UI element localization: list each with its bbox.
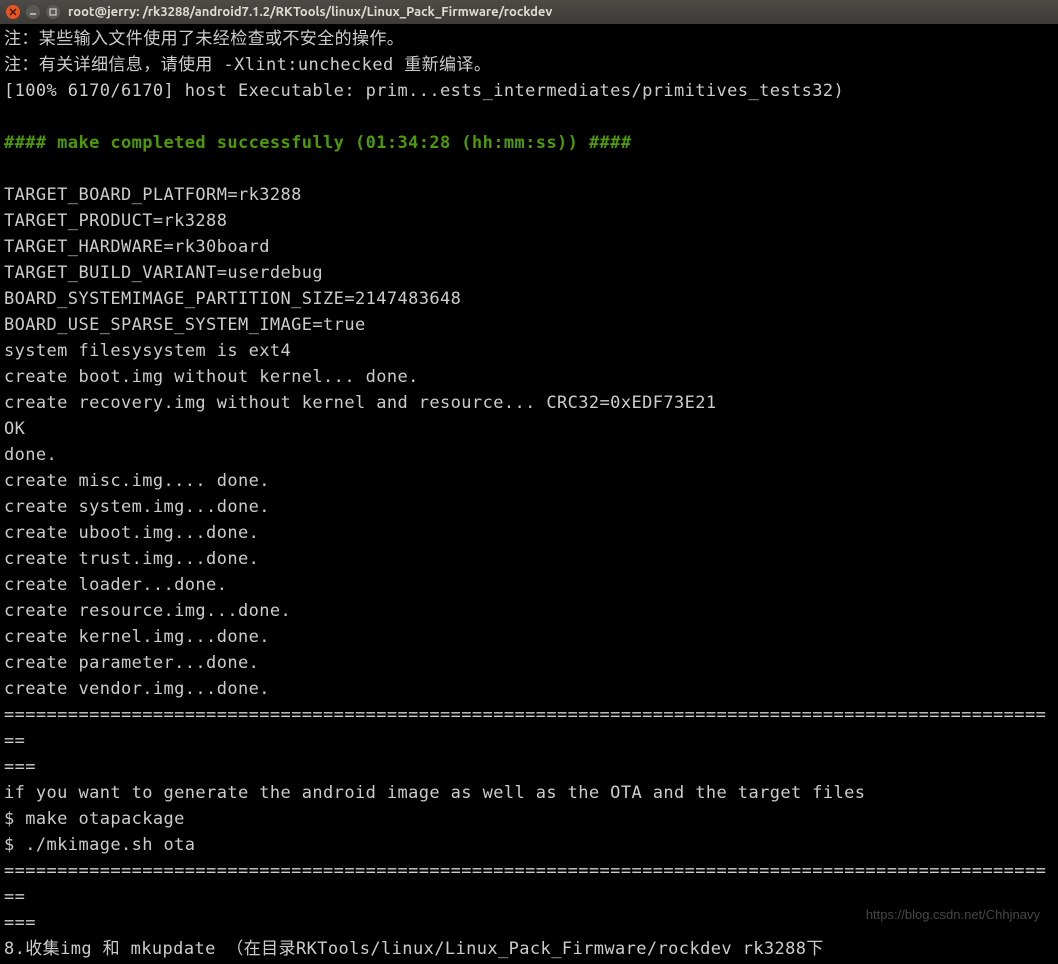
terminal-line: $ ./mkimage.sh ota [4,832,1054,858]
terminal-line: OK [4,416,1054,442]
terminal-line: [100% 6170/6170] host Executable: prim..… [4,78,1054,104]
terminal-line: create system.img...done. [4,494,1054,520]
terminal-line: 注：某些输入文件使用了未经检查或不安全的操作。 [4,26,1054,52]
terminal-line: BOARD_SYSTEMIMAGE_PARTITION_SIZE=2147483… [4,286,1054,312]
window-maximize-button[interactable] [46,5,60,19]
terminal-line: $ make otapackage [4,806,1054,832]
terminal-line: create vendor.img...done. [4,676,1054,702]
terminal-line: create misc.img.... done. [4,468,1054,494]
terminal-line: create uboot.img...done. [4,520,1054,546]
terminal-line: system filesysystem is ext4 [4,338,1054,364]
terminal-line: create recovery.img without kernel and r… [4,390,1054,416]
terminal-line: BOARD_USE_SPARSE_SYSTEM_IMAGE=true [4,312,1054,338]
close-icon [9,8,17,16]
terminal-line: === [4,754,1054,780]
terminal-line: create boot.img without kernel... done. [4,364,1054,390]
terminal-line: create resource.img...done. [4,598,1054,624]
terminal-line: TARGET_BOARD_PLATFORM=rk3288 [4,182,1054,208]
terminal-line [4,156,1054,182]
maximize-icon [49,8,57,16]
terminal-line: if you want to generate the android imag… [4,780,1054,806]
terminal-line: ========================================… [4,858,1054,910]
terminal-line: TARGET_PRODUCT=rk3288 [4,208,1054,234]
terminal-line: ========================================… [4,702,1054,754]
minimize-icon [29,8,37,16]
terminal-line: 8.收集img 和 mkupdate （在目录RKTools/linux/Lin… [4,936,1054,962]
window-close-button[interactable] [6,5,20,19]
window-title: root@jerry: /rk3288/android7.1.2/RKTools… [68,5,552,19]
terminal-line: create kernel.img...done. [4,624,1054,650]
terminal-line: #### make completed successfully (01:34:… [4,130,1054,156]
watermark-text: https://blog.csdn.net/Chhjnavy [866,907,1040,922]
window-titlebar: root@jerry: /rk3288/android7.1.2/RKTools… [0,0,1058,24]
terminal-line: create parameter...done. [4,650,1054,676]
terminal-line: create trust.img...done. [4,546,1054,572]
terminal-line: 注：有关详细信息，请使用 -Xlint:unchecked 重新编译。 [4,52,1054,78]
terminal-line [4,104,1054,130]
window-buttons [6,5,60,19]
window-minimize-button[interactable] [26,5,40,19]
terminal-line: TARGET_HARDWARE=rk30board [4,234,1054,260]
terminal-line: create loader...done. [4,572,1054,598]
terminal-line: done. [4,442,1054,468]
terminal-output[interactable]: 注：某些输入文件使用了未经检查或不安全的操作。注：有关详细信息，请使用 -Xli… [0,24,1058,964]
terminal-line: TARGET_BUILD_VARIANT=userdebug [4,260,1054,286]
